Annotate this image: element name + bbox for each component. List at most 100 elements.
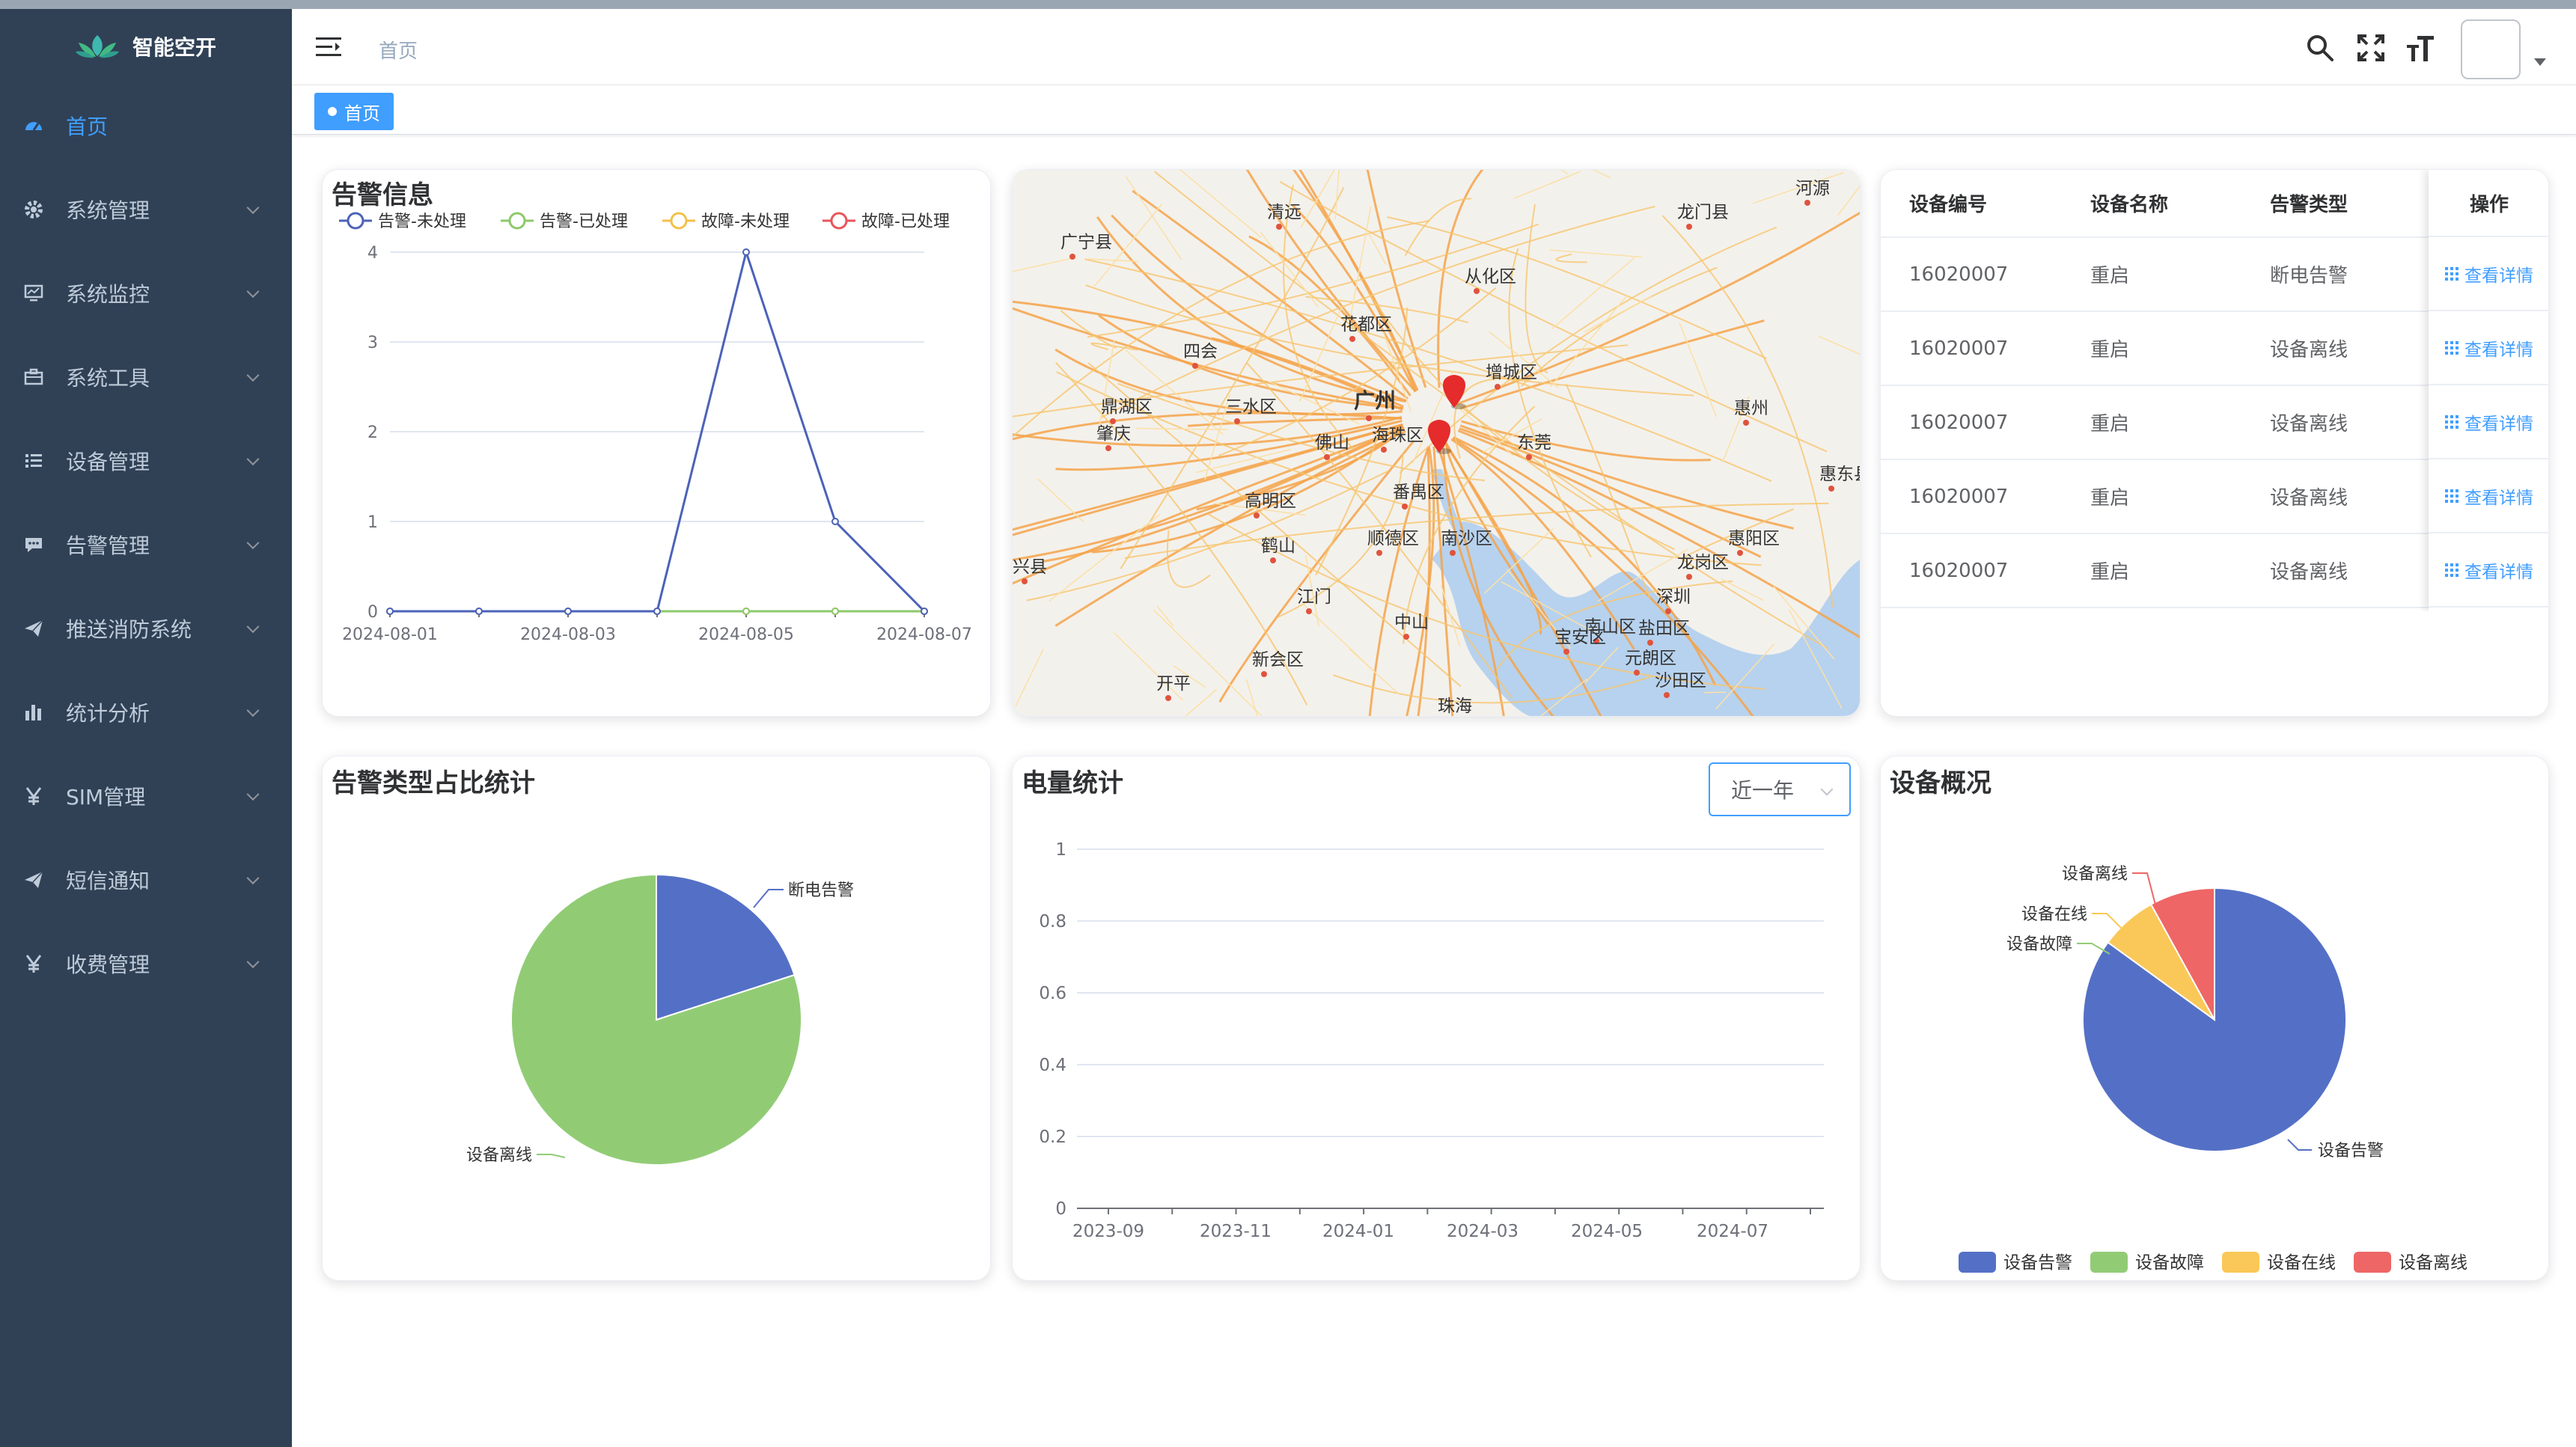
sidebar-item-6[interactable]: 推送消防系统: [0, 587, 292, 670]
sidebar-item-label: 首页: [66, 114, 109, 139]
map-place-dot: [1022, 578, 1028, 584]
sidebar-item-7[interactable]: 统计分析: [0, 670, 292, 754]
sidebar-item-8[interactable]: SIM管理: [0, 754, 292, 838]
legend-label: 告警-已处理: [540, 212, 628, 231]
map-place-dot: [1450, 550, 1456, 556]
map-place-label: 三水区: [1225, 397, 1277, 417]
map-place-dot: [1234, 418, 1240, 424]
monitor-icon: [22, 282, 45, 305]
pie-label-line: [2092, 913, 2122, 929]
font-size-icon[interactable]: [2404, 31, 2437, 64]
y-tick-label: 0: [367, 603, 378, 622]
sidebar-item-1[interactable]: 系统管理: [0, 168, 292, 251]
data-point[interactable]: [831, 518, 839, 525]
sidebar-item-5[interactable]: 告警管理: [0, 503, 292, 587]
view-detail-button[interactable]: 查看详情: [2429, 533, 2548, 608]
legend-item[interactable]: 设备离线: [2354, 1252, 2467, 1273]
tag-home[interactable]: 首页: [314, 93, 394, 130]
map-place-label: 新会区: [1252, 650, 1304, 670]
sidebar-item-label: 统计分析: [66, 701, 150, 726]
sidebar-item-0[interactable]: 首页: [0, 84, 292, 168]
tag-home-label: 首页: [344, 103, 380, 124]
sidebar-item-4[interactable]: 设备管理: [0, 419, 292, 503]
top-navbar: 首页: [292, 9, 2576, 85]
legend-item[interactable]: 设备在线: [2222, 1252, 2336, 1273]
caret-down-icon[interactable]: [2534, 58, 2546, 66]
legend-item[interactable]: 故障-未处理: [662, 212, 790, 231]
map-place-dot: [1324, 454, 1330, 460]
sidebar-item-label: SIM管理: [66, 785, 146, 810]
legend-item[interactable]: 告警-未处理: [339, 212, 466, 231]
map-place-label: 开平: [1156, 674, 1191, 694]
active-dot-icon: [328, 107, 337, 116]
y-tick-label: 1: [367, 513, 378, 532]
legend-item[interactable]: 设备故障: [2090, 1252, 2204, 1273]
alarm-type-cell: 设备离线: [2247, 385, 2397, 460]
data-point[interactable]: [475, 608, 483, 615]
map-place-dot: [1381, 447, 1387, 453]
map-place-label: 元朗区: [1625, 649, 1676, 668]
yen-icon: [22, 952, 45, 975]
data-point[interactable]: [742, 608, 750, 615]
device-name-cell: 重启: [2060, 237, 2247, 312]
sidebar-item-3[interactable]: 系统工具: [0, 335, 292, 419]
breadcrumb[interactable]: 首页: [379, 36, 418, 64]
legend-marker: [670, 212, 688, 230]
view-detail-button[interactable]: 查看详情: [2429, 385, 2548, 459]
avatar[interactable]: [2461, 19, 2521, 79]
sidebar-item-9[interactable]: 短信通知: [0, 838, 292, 922]
grid-icon: [2445, 489, 2459, 503]
map-place-label: 顺德区: [1367, 529, 1419, 548]
map-place-dot: [1737, 550, 1743, 556]
alarm-info-card: 告警信息 告警-未处理 告警-已处理 故障-未处理 故障-已处理 0 1 2 3 4 2024-0…: [322, 169, 991, 717]
map-place-dot: [1276, 224, 1282, 230]
data-point[interactable]: [831, 608, 839, 615]
legend-marker: [347, 212, 364, 230]
sidebar-item-label: 设备管理: [66, 450, 150, 474]
search-icon[interactable]: [2304, 31, 2337, 64]
map-place-label: 增城区: [1486, 363, 1537, 382]
chevron-down-icon: [246, 369, 260, 382]
map-view[interactable]: 广宁县 清远 龙门县 河源从化区花都区四会增城区鼎湖区 三水区 广州海珠区 肇庆 佛山 东莞 惠州…: [1013, 170, 1861, 717]
x-tick-label: 2024-03: [1447, 1222, 1519, 1241]
data-point[interactable]: [564, 608, 572, 615]
map-place-label: 鼎湖区: [1101, 397, 1153, 417]
legend-item[interactable]: 设备告警: [1959, 1252, 2072, 1273]
data-point[interactable]: [742, 248, 750, 256]
send-icon: [22, 869, 45, 891]
data-point[interactable]: [386, 608, 394, 615]
sidebar-item-10[interactable]: 收费管理: [0, 922, 292, 1006]
chevron-down-icon: [246, 955, 260, 969]
map-place-dot: [1110, 418, 1116, 424]
pie-label-line: [753, 889, 784, 908]
legend-label: 设备离线: [2399, 1253, 2467, 1273]
gear-icon: [22, 198, 45, 221]
device-name-cell: 重启: [2060, 459, 2247, 534]
chevron-down-icon: [246, 620, 260, 634]
view-detail-button[interactable]: 查看详情: [2429, 237, 2548, 311]
view-detail-button[interactable]: 查看详情: [2429, 311, 2548, 385]
sidebar: 智能空开 首页系统管理 系统监控 系统工具设备管理告警管理 推送消防系统统计分析 SIM…: [0, 9, 292, 1447]
x-tick-label: 2024-05: [1571, 1222, 1643, 1241]
map-place-label: 龙岗区: [1677, 553, 1729, 572]
legend-item[interactable]: 故障-已处理: [822, 212, 950, 231]
app-logo[interactable]: 智能空开: [0, 9, 292, 84]
map-place-dot: [1306, 608, 1312, 614]
hamburger-icon[interactable]: [316, 36, 341, 58]
sidebar-item-2[interactable]: 系统监控: [0, 251, 292, 335]
grid-icon: [2445, 563, 2459, 577]
chevron-down-icon: [246, 704, 260, 718]
y-tick-label: 1: [1055, 840, 1066, 860]
fullscreen-icon[interactable]: [2354, 31, 2387, 64]
legend-marker: [508, 212, 526, 230]
map-place-dot: [1647, 640, 1653, 646]
data-point[interactable]: [921, 608, 928, 615]
device-table-card: 设备编号 设备名称 告警类型 16020007 重启 断电告警 16020007 重启设…: [1880, 169, 2549, 717]
data-point[interactable]: [653, 608, 661, 615]
alarm-type-cell: 断电告警: [2247, 237, 2397, 312]
device-id-cell: 16020007: [1881, 459, 2060, 534]
view-detail-button[interactable]: 查看详情: [2429, 459, 2548, 533]
map-place-label: 珠海: [1438, 697, 1472, 716]
map-place-dot: [1376, 550, 1382, 556]
legend-item[interactable]: 告警-已处理: [501, 212, 628, 231]
